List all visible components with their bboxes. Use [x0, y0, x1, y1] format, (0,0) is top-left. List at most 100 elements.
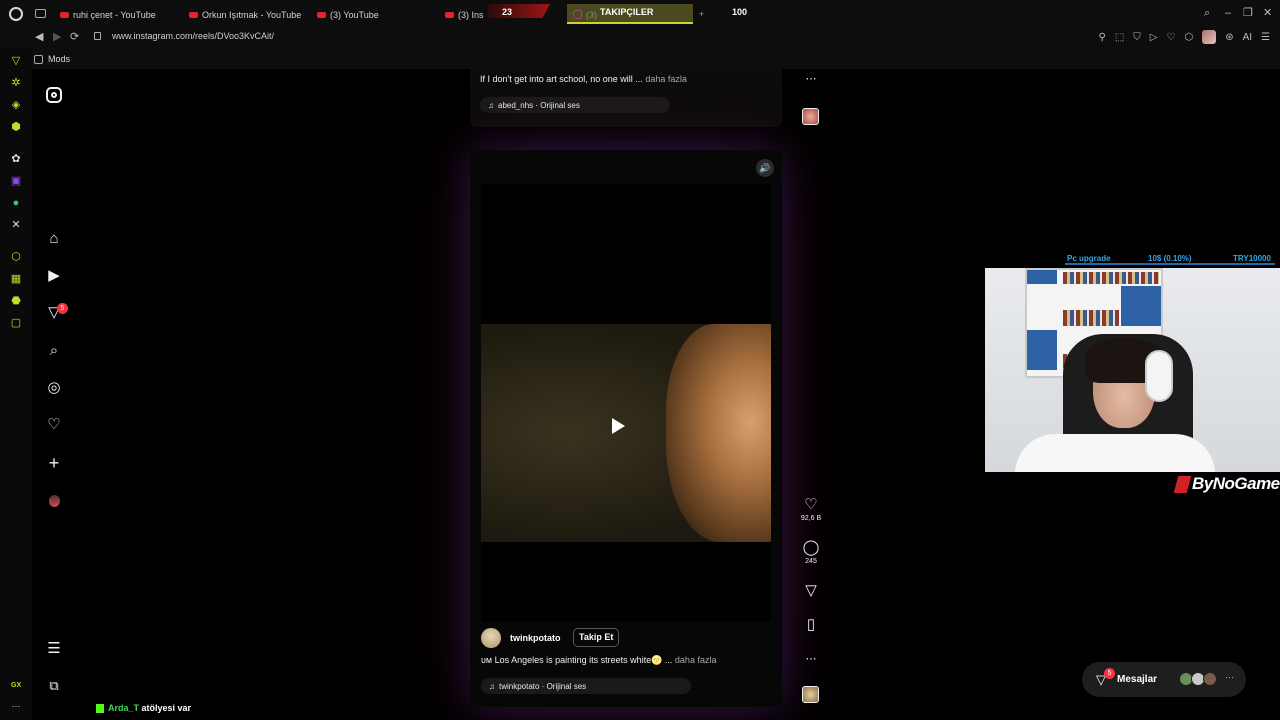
shield-icon[interactable]: ⛉	[1133, 32, 1141, 43]
gx-history-icon[interactable]: ▢	[10, 317, 22, 329]
notifications-heart-icon[interactable]: ♡	[45, 416, 63, 434]
play-icon[interactable]: ▷	[1150, 32, 1158, 43]
forward-icon[interactable]: ▶	[53, 30, 61, 43]
comment-icon[interactable]: ◯	[800, 540, 822, 556]
extensions-icon[interactable]: ⬡	[1184, 32, 1193, 43]
restore-icon[interactable]: ❐	[1243, 8, 1253, 19]
tab-instagram-1[interactable]: (3) Ins	[445, 6, 484, 23]
url-field[interactable]: www.instagram.com/reels/DVoo3KvCAit/	[112, 31, 274, 41]
previous-options-icon[interactable]: ⋯	[800, 72, 822, 85]
reel-caption: ᴜᴍ Los Angeles is painting its streets w…	[481, 655, 716, 666]
share-action[interactable]: ▽	[800, 583, 822, 599]
search-tabs-icon[interactable]: ⌕	[1204, 8, 1214, 19]
youtube-icon	[317, 11, 326, 18]
heart-icon[interactable]: ♡	[1166, 32, 1175, 43]
opera-logo-icon[interactable]	[9, 7, 23, 21]
bookmark-mods[interactable]: Mods	[34, 54, 70, 64]
streamer-shirt	[1015, 434, 1215, 472]
gx-hex-icon[interactable]: ⬢	[10, 121, 22, 133]
reel-audio[interactable]: ♫ twinkpotato · Orijinal ses	[481, 678, 691, 694]
search-icon[interactable]: ⌕	[45, 342, 63, 360]
bookmark-bar: Mods	[0, 48, 1280, 69]
previous-more-link[interactable]: daha fazla	[645, 74, 687, 84]
opera-sidebar: ▽ ✲ ◈ ⬢ ✿ ▣ ● ✕ ⬡ ▦ ⬣ ▢ GX ⋯	[0, 48, 32, 720]
gx-cleaner-icon[interactable]: ◈	[10, 99, 22, 111]
tab-label: (3) Ins	[458, 9, 484, 20]
threads-icon[interactable]: ⧉	[45, 677, 63, 695]
instagram-logo-icon[interactable]	[46, 87, 62, 103]
tab-instagram-2[interactable]: (3)	[573, 6, 597, 23]
back-icon[interactable]: ◀	[35, 30, 43, 43]
reload-icon[interactable]: ⟳	[70, 30, 79, 43]
gx-shield-icon[interactable]: ⬣	[10, 295, 22, 307]
comment-action[interactable]: ◯ 245	[800, 540, 822, 566]
reel-audio-thumb[interactable]	[802, 686, 819, 703]
goal-progress-bar	[1065, 263, 1275, 265]
bookmark-label: Mods	[48, 54, 71, 64]
whatsapp-icon[interactable]: ●	[10, 197, 22, 209]
explore-icon[interactable]: ◎	[45, 379, 63, 397]
new-tab-button[interactable]: +	[699, 9, 704, 19]
gx-player-icon[interactable]: ▦	[10, 273, 22, 285]
gx-cube-icon[interactable]: ⬡	[10, 251, 22, 263]
play-icon[interactable]	[612, 418, 625, 434]
profile-avatar[interactable]	[1202, 30, 1217, 44]
follow-button[interactable]: Takip Et	[573, 628, 620, 647]
screenshot-icon[interactable]: ⬚	[1115, 32, 1124, 43]
gx-corner-icon[interactable]: ✲	[10, 77, 22, 89]
vpn-icon[interactable]: ⊛	[1225, 32, 1233, 43]
goal-target: TRY10000	[1233, 254, 1271, 263]
previous-audio-thumb[interactable]	[802, 108, 819, 125]
menu-icon[interactable]: ☰	[1261, 32, 1270, 43]
poster-avatar[interactable]	[481, 628, 501, 648]
reel-video[interactable]	[481, 324, 771, 542]
create-icon[interactable]: +	[45, 454, 63, 472]
home-icon[interactable]: ⌂	[45, 230, 63, 248]
goal-progress: 10$ (0.10%)	[1148, 254, 1192, 263]
more-menu-icon[interactable]: ☰	[45, 640, 63, 658]
share-icon[interactable]: ▽	[800, 583, 822, 599]
tab-ruhi-cenet[interactable]: ruhi çenet - YouTube	[60, 6, 156, 23]
notification-badge: 5	[57, 303, 68, 314]
reel-more-link[interactable]: daha fazla	[675, 655, 717, 665]
followers-label: TAKIPÇILER	[600, 7, 654, 17]
chatgpt-icon[interactable]: ✿	[10, 153, 22, 165]
tab-youtube[interactable]: (3) YouTube	[317, 6, 379, 23]
comment-count: 245	[805, 558, 817, 565]
music-note-icon: ♫	[488, 100, 494, 110]
tab-label: (3)	[586, 9, 597, 20]
goal-label: Pc upgrade	[1067, 254, 1111, 263]
like-action[interactable]: ♡ 92,6 B	[800, 497, 822, 523]
previous-audio[interactable]: ♫ abed_nhs · Orijinal ses	[480, 97, 670, 113]
x-icon[interactable]: ✕	[10, 219, 22, 231]
books	[1063, 272, 1159, 284]
volume-icon[interactable]: 🔊	[756, 159, 774, 177]
options-action[interactable]: ⋯	[800, 651, 822, 667]
profile-avatar[interactable]	[49, 495, 60, 507]
poster-username[interactable]: twinkpotato	[510, 633, 561, 643]
tab-workspaces-icon[interactable]	[35, 9, 46, 18]
chat-username: Arda_T	[108, 703, 140, 713]
twitch-icon[interactable]: ▣	[10, 175, 22, 187]
ai-button[interactable]: AI	[1243, 32, 1252, 43]
messages-pill[interactable]: ▽ 5 Mesajlar ⋯	[1082, 662, 1246, 697]
address-bar: ◀ ▶ ⟳ www.instagram.com/reels/DVoo3KvCAi…	[0, 28, 1280, 48]
messages-badge: 5	[1104, 668, 1115, 679]
shelf-box	[1027, 270, 1057, 284]
like-icon[interactable]: ♡	[800, 497, 822, 513]
close-icon[interactable]: ✕	[1263, 8, 1273, 19]
minimize-icon[interactable]: –	[1225, 8, 1235, 19]
options-icon[interactable]: ⋯	[800, 651, 822, 667]
save-action[interactable]: ▯	[800, 617, 822, 633]
bookmark-icon[interactable]: ▯	[800, 617, 822, 633]
pin-icon[interactable]: ⚲	[1099, 32, 1106, 43]
audio-label: abed_nhs · Orijinal ses	[498, 100, 580, 110]
gx-control-icon[interactable]: ▽	[10, 55, 22, 67]
more-icon[interactable]: ⋯	[10, 700, 22, 712]
shelf-box	[1121, 286, 1161, 326]
previous-reel-card: If I don't get into art school, no one w…	[470, 69, 782, 127]
reels-icon[interactable]: ▶	[45, 267, 63, 285]
reel-card: 🔊 twinkpotato Takip Et ᴜᴍ Los Angeles is…	[470, 150, 782, 707]
tab-orkun-isitmak[interactable]: Orkun Işıtmak - YouTube	[189, 6, 301, 23]
follower-goal: 100	[732, 7, 748, 17]
